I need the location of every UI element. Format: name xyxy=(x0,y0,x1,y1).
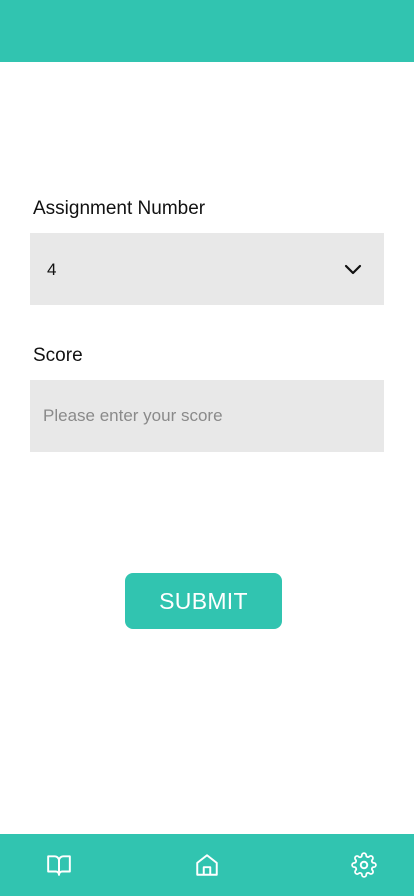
gear-icon xyxy=(351,852,377,878)
score-label: Score xyxy=(33,345,83,366)
assignment-number-value: 4 xyxy=(47,260,57,279)
assignment-number-select[interactable]: 4 xyxy=(30,233,384,305)
score-input[interactable] xyxy=(30,380,384,452)
bottom-navigation xyxy=(0,834,414,896)
nav-item-home[interactable] xyxy=(194,852,220,878)
home-icon xyxy=(194,852,220,878)
chevron-down-icon xyxy=(344,262,362,275)
nav-item-book[interactable] xyxy=(46,852,72,878)
nav-item-settings[interactable] xyxy=(351,852,377,878)
top-app-bar xyxy=(0,0,414,62)
assignment-number-label: Assignment Number xyxy=(33,198,206,219)
book-icon xyxy=(46,852,72,878)
submit-button[interactable]: SUBMIT xyxy=(125,573,282,629)
